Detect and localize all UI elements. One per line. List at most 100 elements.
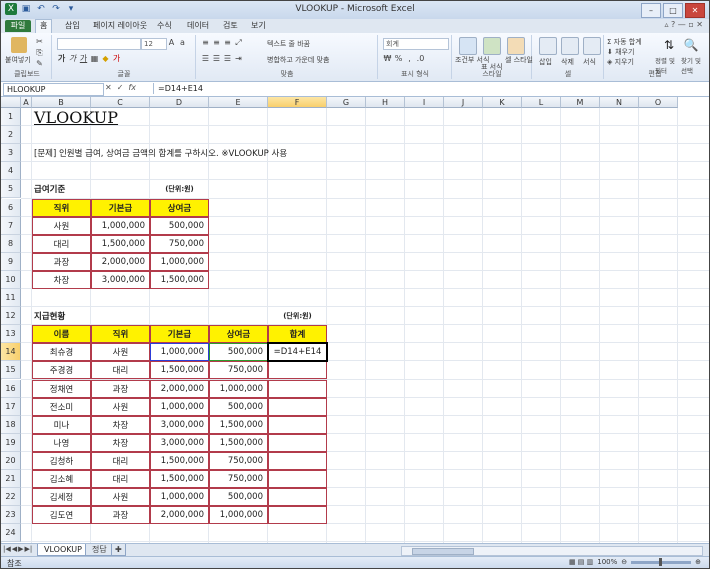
table1-cell[interactable]: 대리 [32, 234, 91, 253]
align-bottom-icon[interactable]: ≡ [223, 38, 232, 47]
table2-header[interactable]: 상여금 [209, 325, 268, 344]
table2-cell[interactable]: 3,000,000 [150, 415, 209, 434]
table2-cell[interactable]: 나영 [32, 433, 91, 452]
tab-view[interactable]: 보기 [251, 20, 266, 32]
conditional-format-icon[interactable] [459, 37, 477, 55]
row-header[interactable]: 13 [1, 325, 21, 344]
grow-font-icon[interactable]: A [167, 38, 176, 47]
row-header[interactable]: 17 [1, 397, 21, 416]
column-header[interactable]: K [483, 97, 522, 108]
prev-sheet-icon[interactable]: ◀ [12, 545, 17, 553]
merge-center-button[interactable]: 병합하고 가운데 맞춤 [267, 55, 329, 65]
table2-cell[interactable]: 주경경 [32, 361, 91, 380]
fill-color-icon[interactable]: ◆ [101, 54, 110, 63]
table1-cell[interactable]: 사원 [32, 216, 91, 235]
format-painter-icon[interactable]: ✎ [35, 59, 44, 68]
table2-cell[interactable]: 1,000,000 [209, 506, 268, 525]
column-header[interactable]: F [268, 97, 327, 108]
paste-button[interactable]: 붙여넣기 [5, 55, 31, 65]
table1-cell[interactable]: 2,000,000 [91, 252, 150, 271]
table2-cell[interactable]: 2,000,000 [150, 379, 209, 398]
table2-cell[interactable]: 김세정 [32, 488, 91, 507]
table2-cell[interactable]: 최슈경 [32, 343, 91, 362]
zoom-slider[interactable] [631, 557, 692, 566]
tab-home[interactable]: 홈 [35, 19, 53, 33]
table1-cell[interactable]: 과장 [32, 252, 91, 271]
total-cell[interactable] [268, 361, 327, 380]
format-button[interactable]: 서식 [583, 57, 596, 67]
wrap-text-button[interactable]: 텍스트 줄 바꿈 [267, 39, 310, 49]
row-header[interactable]: 14 [1, 343, 21, 362]
sheet-title[interactable]: VLOOKUP [32, 106, 209, 130]
total-cell[interactable] [268, 488, 327, 507]
scroll-thumb[interactable] [412, 548, 474, 555]
table2-cell[interactable]: 1,500,000 [150, 451, 209, 470]
total-cell[interactable] [268, 379, 327, 398]
font-name-combo[interactable] [57, 38, 141, 50]
table1-cell[interactable]: 750,000 [150, 234, 209, 253]
table2-cell[interactable]: 대리 [91, 451, 150, 470]
insert-function-icon[interactable]: fx [128, 83, 136, 92]
total-cell[interactable] [268, 397, 327, 416]
table2-cell[interactable]: 2,000,000 [150, 506, 209, 525]
sheet-tab-vlookup[interactable]: VLOOKUP [37, 544, 89, 556]
view-icons[interactable]: ▦ ▤ ▥ [569, 558, 593, 566]
paste-icon[interactable] [11, 37, 27, 53]
delete-cells-icon[interactable] [561, 37, 579, 55]
underline-icon[interactable]: 가 [79, 54, 88, 63]
zoom-out-icon[interactable]: ⊖ [621, 558, 627, 566]
column-header[interactable]: E [209, 97, 268, 108]
table1-header[interactable]: 기본급 [91, 198, 150, 217]
table2-header[interactable]: 이름 [32, 325, 91, 344]
table2-cell[interactable]: 1,000,000 [150, 397, 209, 416]
row-header[interactable]: 23 [1, 506, 21, 525]
cell-styles-button[interactable]: 셀 스타일 [505, 55, 533, 65]
tab-page-layout[interactable]: 페이지 레이아웃 [93, 20, 147, 32]
table2-cell[interactable]: 사원 [91, 397, 150, 416]
tab-data[interactable]: 데이터 [187, 20, 209, 32]
tab-formulas[interactable]: 수식 [157, 20, 172, 32]
table2-cell[interactable]: 3,000,000 [150, 433, 209, 452]
problem-text[interactable]: [문제] 인원별 급여, 상여금 금액의 합계를 구하시오. ※VLOOKUP … [32, 144, 444, 162]
align-top-icon[interactable]: ≡ [201, 38, 210, 47]
enter-icon[interactable]: ✓ [117, 83, 124, 92]
column-header[interactable]: G [327, 97, 366, 108]
row-header[interactable]: 11 [1, 289, 21, 308]
horizontal-scrollbar[interactable] [401, 546, 703, 556]
sheet-tab-answer[interactable]: 정답 [85, 544, 114, 556]
sort-filter-icon[interactable]: ⇅ [661, 37, 677, 53]
delete-button[interactable]: 삭제 [561, 57, 574, 67]
column-header[interactable]: J [444, 97, 483, 108]
orientation-icon[interactable]: ⤢ [234, 38, 243, 47]
table1-cell[interactable]: 1,000,000 [150, 252, 209, 271]
table1-cell[interactable]: 3,000,000 [91, 270, 150, 289]
row-header[interactable]: 22 [1, 488, 21, 507]
name-box[interactable]: HLOOKUP [3, 83, 104, 96]
table2-cell[interactable]: 1,500,000 [150, 361, 209, 380]
currency-icon[interactable]: ₩ [383, 54, 392, 63]
cut-icon[interactable]: ✂ [35, 37, 44, 46]
number-format-combo[interactable]: 회계 [383, 38, 449, 50]
table2-cell[interactable]: 1,500,000 [209, 433, 268, 452]
table2-unit[interactable]: (단위:원) [268, 307, 327, 325]
column-header[interactable]: H [366, 97, 405, 108]
next-sheet-icon[interactable]: ▶ [18, 545, 23, 553]
first-sheet-icon[interactable]: |◀ [3, 545, 11, 553]
table1-cell[interactable]: 1,500,000 [150, 270, 209, 289]
align-center-icon[interactable]: ☰ [212, 54, 221, 63]
format-cells-icon[interactable] [583, 37, 601, 55]
table2-cell[interactable]: 750,000 [209, 361, 268, 380]
row-header[interactable]: 18 [1, 415, 21, 434]
table1-cell[interactable]: 차장 [32, 270, 91, 289]
insert-button[interactable]: 삽입 [539, 57, 552, 67]
table2-cell[interactable]: 1,500,000 [150, 470, 209, 489]
table2-cell[interactable]: 전소미 [32, 397, 91, 416]
table2-cell[interactable]: 미나 [32, 415, 91, 434]
column-header[interactable]: N [600, 97, 639, 108]
row-header[interactable]: 4 [1, 162, 21, 181]
table2-header[interactable]: 직위 [91, 325, 150, 344]
row-header[interactable]: 12 [1, 307, 21, 326]
table2-cell[interactable]: 김청하 [32, 451, 91, 470]
column-header[interactable]: L [522, 97, 561, 108]
last-sheet-icon[interactable]: ▶| [25, 545, 33, 553]
